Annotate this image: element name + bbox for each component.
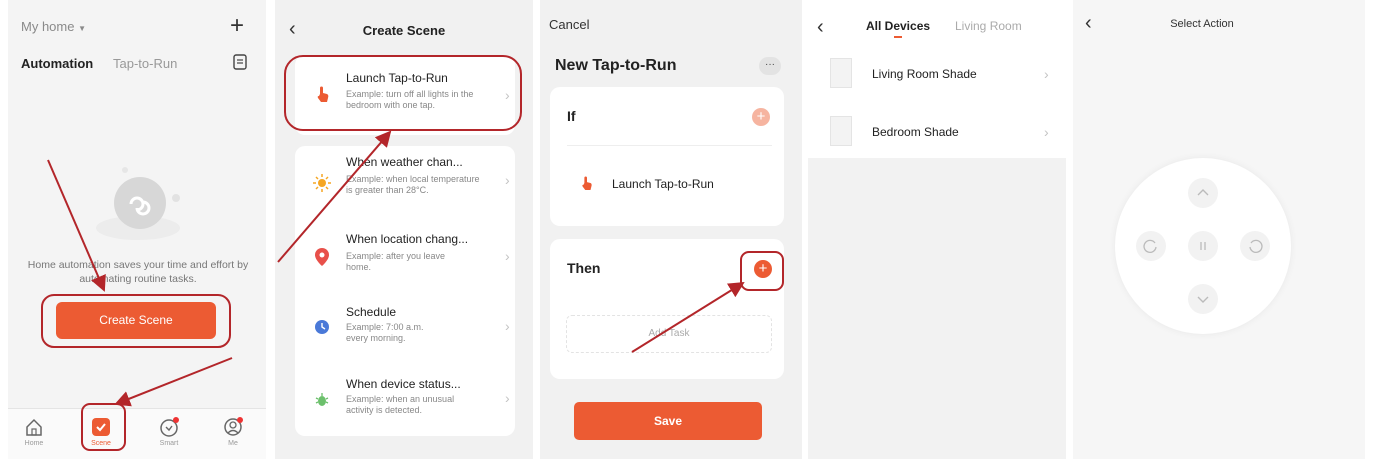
scene-home-screen: My home ▼ + Automation Tap-to-Run Home a… — [8, 0, 266, 459]
option-desc: Example: when an unusual activity is det… — [346, 394, 455, 415]
caret-down-icon: ▼ — [78, 24, 87, 33]
cancel-button[interactable]: Cancel — [549, 17, 589, 32]
pause-button[interactable] — [1188, 231, 1218, 261]
back-icon[interactable]: ‹ — [817, 16, 824, 39]
nav-smart-label: Smart — [159, 440, 179, 447]
open-button[interactable] — [1188, 178, 1218, 208]
nav-me-label: Me — [228, 440, 238, 447]
if-label: If — [567, 108, 576, 124]
chevron-right-icon: › — [505, 87, 510, 103]
home-selector-label: My home — [21, 19, 75, 34]
device-name: Bedroom Shade — [872, 125, 959, 139]
chevron-right-icon: › — [505, 390, 510, 406]
device-name: Living Room Shade — [872, 67, 977, 81]
chevron-right-icon: › — [1044, 66, 1049, 82]
rotate-counterclockwise-button[interactable] — [1240, 231, 1270, 261]
chevron-right-icon: › — [505, 172, 510, 188]
shade-icon — [830, 116, 852, 146]
option-title: When location chang... — [346, 232, 469, 246]
option-desc: Example: after you leave home. — [346, 251, 446, 272]
empty-message: Home automation saves your time and effo… — [27, 259, 249, 285]
log-icon[interactable] — [233, 54, 247, 70]
bottom-nav: Home Scene Smart Me — [8, 408, 266, 459]
then-card: Then + Add Task — [550, 239, 784, 379]
add-condition-button[interactable]: + — [752, 108, 770, 126]
rotate-clockwise-button[interactable] — [1136, 231, 1166, 261]
page-title: Create Scene — [362, 23, 446, 38]
tab-automation[interactable]: Automation — [21, 56, 93, 71]
device-bug-icon — [314, 392, 330, 408]
more-button[interactable]: ··· — [759, 57, 781, 75]
rotate-icon — [1143, 239, 1157, 253]
option-device-status[interactable]: When device status... Example: when an u… — [295, 366, 515, 436]
hand-tap-icon — [580, 175, 594, 191]
smart-icon — [160, 417, 179, 437]
close-button[interactable] — [1188, 284, 1218, 314]
option-desc: Example: when local temperature is great… — [346, 174, 480, 195]
add-task-plus-button[interactable]: + — [754, 260, 772, 278]
new-tap-to-run-screen: Cancel New Tap-to-Run ··· If + Launch Ta… — [540, 0, 802, 459]
tab-all-devices[interactable]: All Devices — [866, 19, 930, 33]
page-title: Select Action — [1170, 18, 1234, 30]
create-scene-screen: ‹ Create Scene Launch Tap-to-Run Example… — [275, 0, 533, 459]
nav-home[interactable]: Home — [21, 414, 54, 447]
device-list-screen: ‹ All Devices Living Room Living Room Sh… — [808, 0, 1066, 459]
nav-smart[interactable]: Smart — [156, 414, 189, 447]
option-desc: Example: turn off all lights in the bedr… — [346, 89, 474, 110]
page-title: New Tap-to-Run — [555, 57, 677, 74]
device-row[interactable]: Living Room Shade › — [808, 54, 1066, 98]
chevron-right-icon: › — [505, 248, 510, 264]
add-task-button[interactable]: Add Task — [566, 315, 772, 353]
clock-icon — [315, 320, 329, 334]
chevron-down-icon — [1197, 296, 1209, 303]
if-card: If + Launch Tap-to-Run — [550, 87, 784, 226]
nav-scene-label: Scene — [91, 440, 111, 447]
option-title: When weather chan... — [346, 155, 463, 169]
create-scene-button[interactable]: Create Scene — [56, 302, 216, 339]
home-icon — [26, 418, 42, 436]
profile-icon — [224, 417, 243, 436]
empty-illustration — [93, 158, 193, 248]
condition-row[interactable]: Launch Tap-to-Run — [550, 167, 784, 203]
chevron-right-icon: › — [1044, 124, 1049, 140]
tab-living-room[interactable]: Living Room — [955, 19, 1022, 33]
divider — [567, 145, 772, 146]
save-button[interactable]: Save — [574, 402, 762, 440]
condition-label: Launch Tap-to-Run — [612, 177, 714, 191]
device-row[interactable]: Bedroom Shade › — [808, 112, 1066, 156]
options-list: When weather chan... Example: when local… — [295, 146, 515, 436]
tab-tap-to-run[interactable]: Tap-to-Run — [113, 56, 177, 71]
option-weather[interactable]: When weather chan... Example: when local… — [295, 146, 515, 218]
nav-home-label: Home — [24, 440, 44, 447]
chevron-right-icon: › — [505, 318, 510, 334]
home-selector[interactable]: My home ▼ — [21, 19, 86, 34]
then-label: Then — [567, 260, 601, 276]
sun-icon — [313, 174, 331, 192]
location-pin-icon — [315, 248, 329, 266]
pause-icon — [1200, 242, 1206, 250]
option-desc: Example: 7:00 a.m. every morning. — [346, 322, 424, 343]
nav-me[interactable]: Me — [220, 414, 253, 447]
tab-indicator — [894, 36, 902, 38]
chevron-up-icon — [1197, 189, 1209, 196]
shade-icon — [830, 58, 852, 88]
shade-control-pad — [1115, 158, 1291, 334]
nav-scene[interactable]: Scene — [88, 414, 121, 447]
rotate-back-icon — [1249, 239, 1263, 253]
option-location[interactable]: When location chang... Example: after yo… — [295, 220, 515, 292]
option-title: When device status... — [346, 377, 461, 391]
option-title: Schedule — [346, 305, 397, 319]
add-icon[interactable]: + — [230, 12, 244, 40]
select-action-screen: ‹ Select Action — [1073, 0, 1365, 459]
scene-icon — [92, 418, 110, 436]
hand-tap-icon — [315, 85, 331, 103]
option-launch-tap-to-run[interactable]: Launch Tap-to-Run Example: turn off all … — [295, 55, 515, 135]
option-schedule[interactable]: Schedule Example: 7:00 a.m. every mornin… — [295, 294, 515, 364]
option-title: Launch Tap-to-Run — [346, 71, 448, 85]
